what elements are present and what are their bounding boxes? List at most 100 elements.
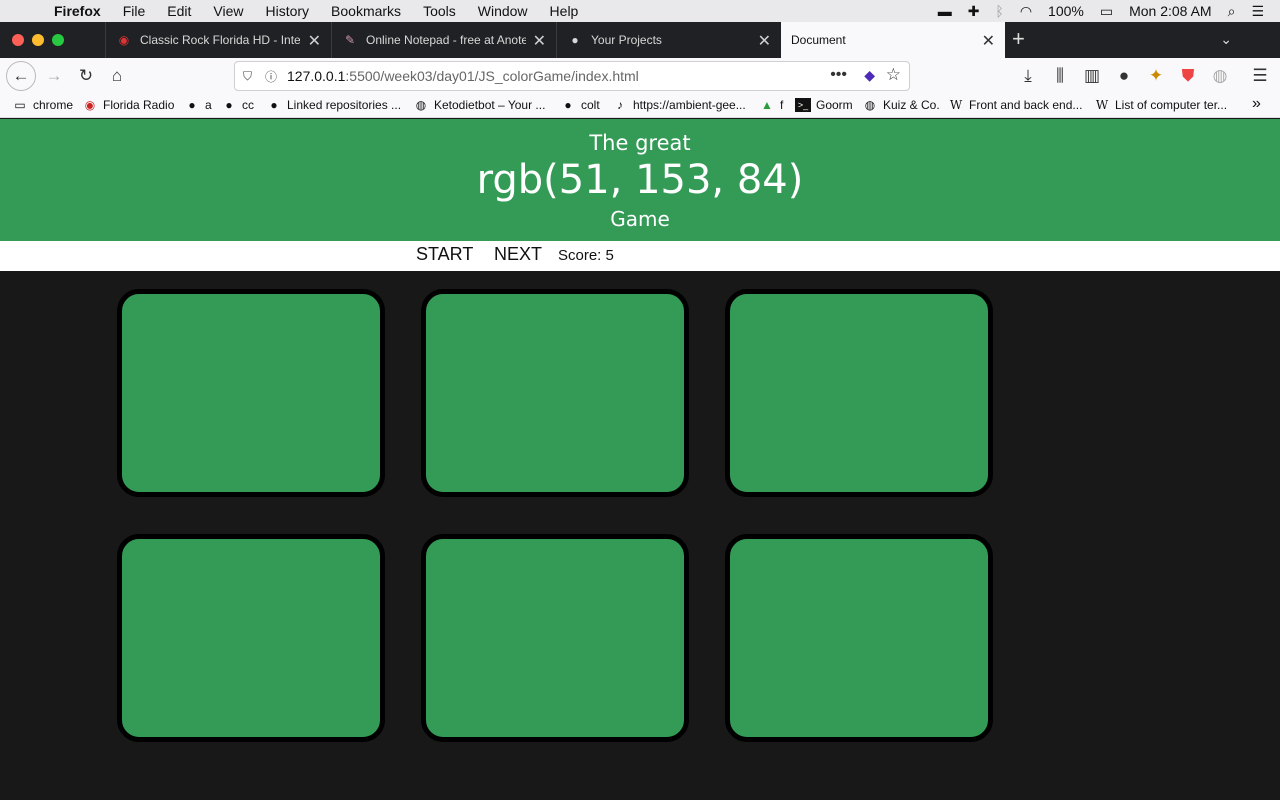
tab-title: Online Notepad - free at Anotep <box>366 33 526 47</box>
wifi-icon[interactable]: ◠ <box>1020 3 1032 20</box>
color-square-3[interactable] <box>725 289 993 497</box>
tab-title: Classic Rock Florida HD - Intern <box>140 33 300 47</box>
tab-title: Document <box>791 33 846 47</box>
radio-icon: ◉ <box>118 33 130 47</box>
menu-window[interactable]: Window <box>478 0 528 22</box>
extension-icon[interactable]: ✦ <box>1142 62 1170 90</box>
download-icon[interactable]: ⤓ <box>1014 62 1042 90</box>
close-window-button[interactable] <box>12 34 24 46</box>
color-square-2[interactable] <box>421 289 689 497</box>
bookmark-kuiz[interactable]: ◍ Kuiz & Co. <box>862 98 940 112</box>
bookmark-label: https://ambient-gee... <box>633 98 746 112</box>
chevron-double-right-icon[interactable]: » <box>1252 95 1261 113</box>
next-button[interactable]: NEXT <box>494 244 542 265</box>
bookmark-label: chrome <box>33 98 74 112</box>
reload-icon[interactable]: ↻ <box>72 62 100 90</box>
bookmark-chrome[interactable]: ▭ chrome <box>12 98 73 112</box>
window-controls <box>12 34 72 46</box>
clock[interactable]: Mon 2:08 AM <box>1129 3 1212 19</box>
bookmark-star-icon[interactable]: ☆ <box>886 65 901 85</box>
close-icon[interactable]: ✕ <box>308 31 321 51</box>
menu-tools[interactable]: Tools <box>423 0 456 22</box>
tab-title: Your Projects <box>591 33 662 47</box>
new-tab-plus-icon[interactable]: + <box>1012 26 1025 52</box>
bookmark-goorm[interactable]: >_ Goorm <box>795 98 853 112</box>
github-icon: ● <box>564 98 572 112</box>
chevron-down-icon[interactable]: ⌄ <box>1220 31 1232 48</box>
spotlight-search-icon[interactable]: ⌕ <box>1228 3 1236 20</box>
menu-bookmarks[interactable]: Bookmarks <box>331 0 401 22</box>
tab-classic-rock[interactable]: ◉ Classic Rock Florida HD - Intern ✕ <box>105 22 331 58</box>
ublock-icon[interactable]: ⛊ <box>1174 62 1202 90</box>
drive-icon: ▲ <box>761 98 773 112</box>
tab-document[interactable]: Document ✕ <box>781 22 1005 58</box>
music-note-icon: ♪ <box>617 98 623 112</box>
bookmark-label: cc <box>242 98 254 112</box>
info-icon[interactable]: ⓘ <box>265 68 287 85</box>
bookmark-label: List of computer ter... <box>1115 98 1228 112</box>
bookmark-colt[interactable]: ● colt <box>560 98 600 112</box>
bookmark-label: colt <box>581 98 600 112</box>
color-square-4[interactable] <box>117 534 385 742</box>
tab-bar: ◉ Classic Rock Florida HD - Intern ✕ ✎ O… <box>0 22 1280 58</box>
menu-app-name[interactable]: Firefox <box>54 0 101 22</box>
bookmark-a[interactable]: ● a <box>184 98 211 112</box>
bookmark-linked-repositories[interactable]: ● Linked repositories ... <box>266 98 401 112</box>
extension-gem-icon[interactable]: ◆ <box>864 67 875 84</box>
color-square-5[interactable] <box>421 534 689 742</box>
hamburger-menu-icon[interactable]: ☰ <box>1246 62 1274 90</box>
globe-icon: ◍ <box>415 98 427 112</box>
color-square-6[interactable] <box>725 534 993 742</box>
navigation-toolbar: ← → ↻ ⌂ ⛉ ⓘ 127.0.0.1:5500/week03/day01/… <box>0 58 1280 94</box>
bookmark-florida-radio[interactable]: ◉ Florida Radio <box>82 98 175 112</box>
github-icon: ● <box>188 98 196 112</box>
close-icon[interactable]: ✕ <box>982 31 995 51</box>
url-bar[interactable]: ⛉ ⓘ 127.0.0.1:5500/week03/day01/JS_color… <box>234 61 910 91</box>
plus-icon[interactable]: ✚ <box>968 3 980 20</box>
menu-view[interactable]: View <box>213 0 243 22</box>
color-square-1[interactable] <box>117 289 385 497</box>
close-icon[interactable]: ✕ <box>758 31 771 51</box>
shield-icon[interactable]: ⛉ <box>243 69 261 84</box>
score-display: Score: 5 <box>558 247 614 264</box>
home-icon[interactable]: ⌂ <box>103 62 131 90</box>
bookmark-label: Goorm <box>816 98 853 112</box>
minimize-window-button[interactable] <box>32 34 44 46</box>
menu-history[interactable]: History <box>265 0 309 22</box>
game-header: The great rgb(51, 153, 84) Game <box>0 119 1280 241</box>
bookmark-label: Kuiz & Co. <box>883 98 940 112</box>
close-icon[interactable]: ✕ <box>533 31 546 51</box>
forward-arrow-icon[interactable]: → <box>40 62 68 90</box>
battery-percent[interactable]: 100% <box>1048 3 1084 19</box>
bookmark-label: Florida Radio <box>103 98 175 112</box>
bookmark-list-computer-terms[interactable]: W List of computer ter... <box>1094 98 1227 112</box>
battery-icon[interactable]: ▭ <box>1100 3 1113 20</box>
zoom-window-button[interactable] <box>52 34 64 46</box>
page-actions-icon[interactable]: ••• <box>830 66 847 84</box>
bookmark-ketodietbot[interactable]: ◍ Ketodietbot – Your ... <box>413 98 546 112</box>
display-icon[interactable]: ▬ <box>938 3 952 19</box>
bluetooth-icon[interactable]: ᛒ <box>995 3 1003 19</box>
title-bottom: Game <box>610 207 670 231</box>
bookmark-f[interactable]: ▲ f <box>759 98 783 112</box>
back-arrow-icon[interactable]: ← <box>6 61 36 91</box>
control-center-icon[interactable]: ☰ <box>1251 3 1264 20</box>
globe-icon[interactable]: ◍ <box>1206 62 1234 90</box>
account-icon[interactable]: ● <box>1110 62 1138 90</box>
tab-your-projects[interactable]: ● Your Projects ✕ <box>556 22 781 58</box>
menu-file[interactable]: File <box>123 0 146 22</box>
tab-online-notepad[interactable]: ✎ Online Notepad - free at Anotep ✕ <box>331 22 556 58</box>
target-color-display: rgb(51, 153, 84) <box>476 157 804 203</box>
globe-icon: ◍ <box>864 98 876 112</box>
bookmark-front-back-end[interactable]: W Front and back end... <box>948 98 1083 112</box>
bookmark-cc[interactable]: ● cc <box>221 98 254 112</box>
bookmark-ambient[interactable]: ♪ https://ambient-gee... <box>612 98 746 112</box>
menu-edit[interactable]: Edit <box>167 0 191 22</box>
bookmarks-toolbar: ▭ chrome ◉ Florida Radio ● a ● cc ● Linked re… <box>0 94 1280 118</box>
start-button[interactable]: START <box>416 244 473 265</box>
title-top: The great <box>589 131 691 155</box>
sidebar-icon[interactable]: ▥ <box>1078 62 1106 90</box>
menu-help[interactable]: Help <box>550 0 579 22</box>
github-icon: ● <box>225 98 233 112</box>
library-icon[interactable]: ⫼ <box>1046 62 1074 90</box>
